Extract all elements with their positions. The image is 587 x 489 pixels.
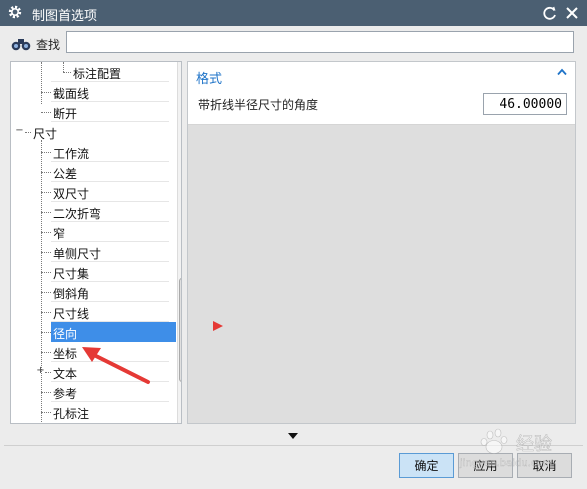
angle-field-label: 带折线半径尺寸的角度 [198,98,319,112]
search-input[interactable] [66,31,574,53]
tree-item-label: 公差 [53,167,78,181]
tree-item[interactable]: 尺寸集 [11,262,169,282]
annotation-arrow-icon [82,347,150,384]
tree-item[interactable]: 工作流 [11,142,169,162]
reset-icon[interactable] [541,4,559,22]
tree-item-label: 倒斜角 [53,287,90,301]
tree-item[interactable]: 单侧尺寸 [11,242,169,262]
window-title: 制图首选项 [32,9,98,24]
tree-item-label: 坐标 [53,347,78,361]
tree-item-label: 双尺寸 [53,187,90,201]
watermark-domain: jingyan.baidu.com [459,458,552,469]
watermark-text: 经验 [516,434,552,455]
tree-item-label: 工作流 [53,147,90,161]
search-label: 查找 [36,37,61,52]
play-marker-icon [213,321,223,331]
tree-item-label: 尺寸集 [53,267,90,281]
tree-item-label: 窄 [53,227,66,241]
ok-button[interactable]: 确定 [399,453,454,478]
tree-item-dimensions[interactable]: − 尺寸 [11,122,169,142]
search-button[interactable]: 查找 [10,34,60,54]
tree-item-label: 尺寸线 [53,307,90,321]
tree-item-label: 文本 [53,367,78,381]
tree-item-label: 参考 [53,387,78,401]
tree-item[interactable]: 标注配置 [11,62,169,82]
chevron-up-icon[interactable] [556,66,568,78]
gear-icon [8,5,22,19]
tree-item[interactable]: 公差 [11,162,169,182]
tree-item-label: 二次折弯 [53,207,102,221]
collapse-icon[interactable]: − [15,126,24,136]
tree-item[interactable]: 断开 [11,102,169,122]
search-row: 查找 [0,26,587,60]
group-title[interactable]: 格式 [196,68,222,87]
tree-item[interactable]: 截面线 [11,82,169,102]
tree-item[interactable]: 倒斜角 [11,282,169,302]
watermark-logo: 经验 jingyan.baidu.com [459,428,552,469]
tree-item-label: 尺寸 [33,127,58,141]
tree-item-radial[interactable]: 径向 [11,322,169,342]
tree-item[interactable]: 孔标注 [11,402,169,422]
tree-item[interactable]: 二次折弯 [11,202,169,222]
title-bar: 制图首选项 [0,0,587,26]
tree-item-label: 径向 [53,327,78,341]
angle-field[interactable] [483,93,567,115]
tree-item[interactable]: 双尺寸 [11,182,169,202]
scroll-down-icon[interactable] [181,414,182,419]
tree-item-label: 标注配置 [73,67,122,81]
tree-item-label: 单侧尺寸 [53,247,102,261]
settings-panel: 格式 带折线半径尺寸的角度 [187,61,576,424]
tree-item-label: 断开 [53,107,78,121]
scrollbar-thumb[interactable] [179,278,181,382]
format-group: 格式 带折线半径尺寸的角度 [188,62,575,125]
tree-item[interactable]: 窄 [11,222,169,242]
tree-item[interactable]: 尺寸线 [11,302,169,322]
tree-item-label: 孔标注 [53,407,90,421]
expand-icon[interactable]: + [36,366,45,376]
binoculars-icon [11,39,31,51]
chevron-down-icon[interactable] [288,433,298,439]
close-icon[interactable] [563,4,581,22]
tree-scrollbar[interactable] [177,62,182,423]
tree-item-label: 截面线 [53,87,90,101]
